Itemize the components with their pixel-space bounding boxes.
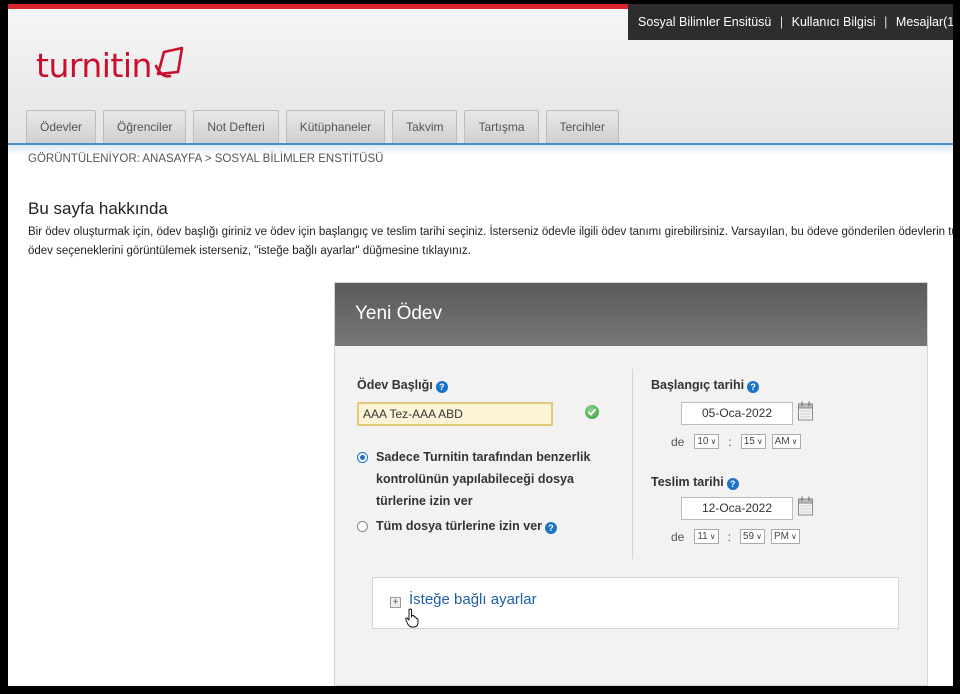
chevron-down-icon: ∨	[791, 437, 798, 446]
due-date-label: Teslim tarihi?	[651, 475, 739, 490]
radio-turnitin-types[interactable]: Sadece Turnitin tarafından benzerlik kon…	[357, 450, 590, 512]
due-date-label-text: Teslim tarihi	[651, 475, 724, 489]
start-minute-select[interactable]: 15 ∨	[740, 434, 766, 449]
optional-settings-toggle[interactable]: + İsteğe bağlı ayarlar	[372, 577, 899, 629]
assignment-title-input[interactable]: AAA Tez-AAA ABD	[357, 402, 553, 426]
info-icon[interactable]: ?	[545, 522, 558, 534]
optional-settings-label[interactable]: İsteğe bağlı ayarlar	[409, 591, 537, 608]
assignment-title-label-text: Ödev Başlığı	[357, 378, 433, 392]
separator: |	[884, 15, 888, 29]
browser-viewport: Sosyal Bilimler Ensitüsü | Kullanıcı Bil…	[8, 4, 953, 686]
colon: :	[727, 529, 731, 544]
de-label: de	[671, 434, 685, 449]
due-minute-value: 59	[742, 531, 755, 542]
info-icon[interactable]: ?	[747, 381, 760, 393]
due-ampm-select[interactable]: PM ∨	[770, 529, 800, 544]
chevron-down-icon: ∨	[709, 532, 716, 541]
start-time-row: de 10 ∨ : 15 ∨ AM ∨	[671, 434, 804, 449]
hand-cursor-icon	[405, 608, 419, 628]
due-hour-value: 11	[697, 531, 708, 542]
institute-link[interactable]: Sosyal Bilimler Ensitüsü	[638, 4, 771, 40]
colon: :	[728, 434, 732, 449]
radio-label-line: Sadece Turnitin tarafından benzerlik	[376, 450, 591, 464]
tab-tercihler[interactable]: Tercihler	[545, 110, 619, 143]
tab-kutuphaneler[interactable]: Kütüphaneler	[285, 110, 386, 143]
de-label: de	[671, 529, 685, 544]
tab-odevler[interactable]: Ödevler	[26, 110, 97, 143]
radio-button[interactable]	[357, 521, 368, 532]
separator: |	[779, 15, 784, 29]
start-date-label-text: Başlangıç tarihi	[651, 378, 745, 392]
panel-title: Yeni Ödev	[335, 283, 927, 346]
start-hour-select[interactable]: 10 ∨	[694, 434, 720, 449]
column-divider	[632, 369, 633, 559]
page-description: Bir ödev oluşturmak için, ödev başlığı g…	[28, 223, 953, 261]
description-line: ödev seçeneklerini görüntülemek istersen…	[28, 245, 471, 257]
start-minute-value: 15	[743, 436, 755, 447]
header-accent-line	[8, 4, 636, 9]
radio-all-label: Tüm dosya türlerine izin ver?	[376, 515, 558, 537]
tab-takvim[interactable]: Takvim	[392, 110, 458, 143]
calendar-icon[interactable]	[798, 496, 813, 516]
due-hour-select[interactable]: 11 ∨	[694, 529, 719, 544]
assignment-title-label: Ödev Başlığı?	[357, 378, 448, 393]
start-ampm-value: AM	[774, 436, 790, 447]
breadcrumb: GÖRÜNTÜLENİYOR: ANASAYFA > SOSYAL BİLİML…	[28, 153, 384, 165]
info-icon[interactable]: ?	[435, 381, 448, 393]
logo-page-icon	[154, 46, 184, 78]
top-user-bar: Sosyal Bilimler Ensitüsü | Kullanıcı Bil…	[628, 4, 953, 40]
turnitin-logo[interactable]: turnitin	[36, 36, 188, 86]
radio-turnitin-label: Sadece Turnitin tarafından benzerlik kon…	[376, 446, 590, 512]
due-time-row: de 11 ∨ : 59 ∨ PM ∨	[671, 529, 803, 544]
radio-label-line: kontrolünün yapılabileceği dosya	[376, 472, 574, 486]
chevron-down-icon: ∨	[756, 437, 763, 446]
start-date-input[interactable]: 05-Oca-2022	[681, 402, 793, 425]
radio-all-label-text: Tüm dosya türlerine izin ver	[376, 519, 543, 533]
radio-button-selected[interactable]	[357, 452, 368, 463]
due-minute-select[interactable]: 59 ∨	[739, 529, 765, 544]
chevron-down-icon: ∨	[790, 532, 797, 541]
start-date-label: Başlangıç tarihi?	[651, 378, 760, 393]
check-icon	[585, 405, 599, 419]
tab-ogrenciler[interactable]: Öğrenciler	[103, 110, 187, 143]
messages-link[interactable]: Mesajlar(1 yeni)	[896, 4, 953, 40]
user-info-link[interactable]: Kullanıcı Bilgisi	[792, 4, 876, 40]
chevron-down-icon: ∨	[756, 532, 762, 541]
tab-tartisma[interactable]: Tartışma	[464, 110, 539, 143]
radio-label-line: türlerine izin ver	[376, 494, 473, 508]
description-line: Bir ödev oluşturmak için, ödev başlığı g…	[28, 226, 953, 238]
main-tabs: Ödevler Öğrenciler Not Defteri Kütüphane…	[26, 108, 619, 143]
expand-plus-icon[interactable]: +	[390, 597, 401, 608]
chevron-down-icon: ∨	[710, 437, 717, 446]
radio-all-types[interactable]: Tüm dosya türlerine izin ver?	[357, 519, 558, 537]
due-date-input[interactable]: 12-Oca-2022	[681, 497, 793, 520]
page-title: Bu sayfa hakkında	[28, 199, 168, 218]
start-ampm-select[interactable]: AM ∨	[771, 434, 801, 449]
new-assignment-panel: Yeni Ödev Ödev Başlığı? AAA Tez-AAA ABD …	[334, 282, 928, 686]
tab-not-defteri[interactable]: Not Defteri	[193, 110, 279, 143]
info-icon[interactable]: ?	[726, 478, 739, 490]
due-ampm-value: PM	[773, 531, 789, 542]
calendar-icon[interactable]	[798, 401, 813, 421]
logo-text: turnitin	[36, 46, 152, 85]
start-hour-value: 10	[697, 436, 709, 447]
